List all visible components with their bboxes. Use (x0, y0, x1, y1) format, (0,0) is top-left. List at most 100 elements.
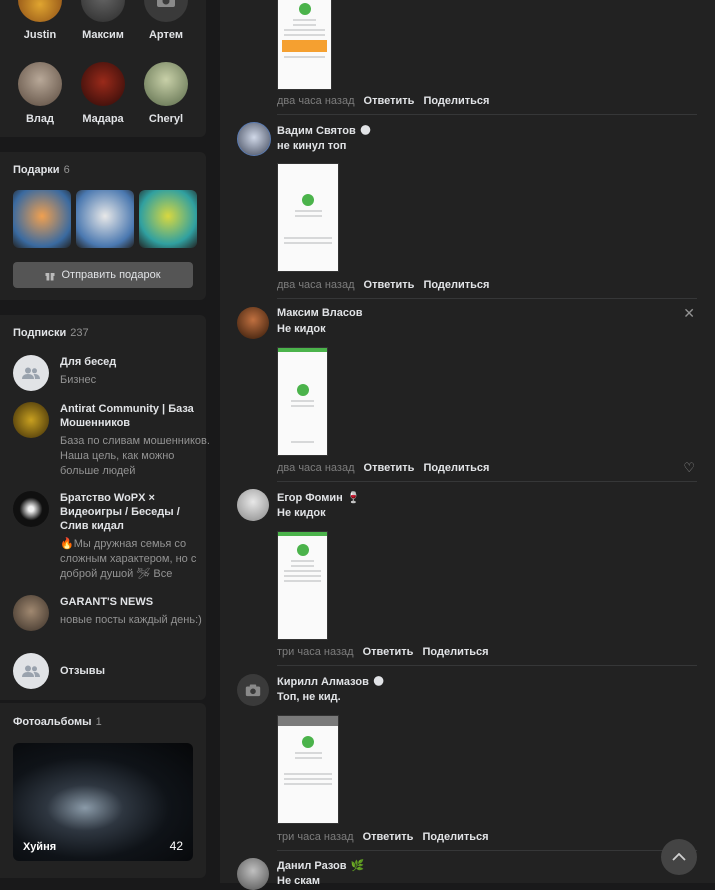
comment-text: Не скам (277, 875, 320, 887)
comments-panel: два часа назад Ответить Поделиться Вадим… (220, 0, 715, 890)
comment-author[interactable]: Егор Фомин 🍷 (277, 491, 360, 504)
subscription-title[interactable]: GARANT'S NEWS (60, 595, 205, 609)
friend-item[interactable]: Артем (136, 0, 196, 41)
friend-item[interactable]: Влад (10, 62, 70, 125)
avatar[interactable] (13, 355, 49, 391)
subscription-item[interactable]: GARANT'S NEWS новые посты каждый день:) (13, 595, 202, 631)
albums-title[interactable]: Фотоальбомы 1 (13, 716, 102, 728)
gift-item[interactable] (139, 190, 197, 248)
avatar[interactable] (144, 0, 188, 22)
comment-text: не кинул топ (277, 140, 347, 152)
comment-attachment-image[interactable] (277, 163, 339, 272)
reply-button[interactable]: Ответить (364, 279, 415, 291)
chevron-up-icon (672, 853, 686, 861)
gifts-title[interactable]: Подарки 6 (13, 164, 70, 176)
comment-text: Топ, не кид. (277, 691, 341, 703)
friend-item[interactable]: Justin (10, 0, 70, 41)
subscription-title[interactable]: Для бесед (60, 355, 205, 369)
comment-attachment-image[interactable] (277, 347, 328, 456)
send-gift-button[interactable]: Отправить подарок (13, 262, 193, 288)
avatar[interactable] (237, 674, 269, 706)
avatar[interactable] (81, 0, 125, 22)
subscriptions-count: 237 (70, 327, 89, 339)
share-button[interactable]: Поделиться (423, 646, 489, 658)
close-icon[interactable]: ✕ (683, 305, 695, 322)
subscription-title[interactable]: Отзывы (60, 664, 205, 678)
comment-text: Не кидок (277, 507, 326, 519)
group-icon (22, 665, 40, 677)
avatar[interactable] (237, 122, 271, 156)
avatar[interactable] (144, 62, 188, 106)
subscriptions-title-label: Подписки (13, 327, 67, 339)
avatar[interactable] (81, 62, 125, 106)
subscription-desc: Бизнес (60, 374, 97, 386)
friend-item[interactable]: Мадара (73, 62, 133, 125)
avatar[interactable] (237, 489, 269, 521)
avatar[interactable] (13, 653, 49, 689)
gift-icon (45, 272, 55, 280)
comment-author-name[interactable]: Максим Власов (277, 307, 363, 319)
share-button[interactable]: Поделиться (423, 279, 489, 291)
comment-author[interactable]: Кирилл Алмазов 🌑 (277, 675, 384, 688)
gift-item[interactable] (76, 190, 134, 248)
reply-button[interactable]: Ответить (363, 831, 414, 843)
subscriptions-title[interactable]: Подписки 237 (13, 327, 89, 339)
avatar[interactable] (13, 595, 49, 631)
divider (277, 665, 697, 666)
comment-attachment-image[interactable] (277, 531, 328, 640)
comment-meta: три часа назад Ответить Поделиться (277, 646, 489, 658)
subscription-item[interactable]: Братство WoPX × Видеоигры / Беседы / Сли… (13, 491, 198, 580)
comment-author-name[interactable]: Вадим Святов (277, 125, 356, 137)
comment-author[interactable]: Данил Разов 🌿 (277, 859, 364, 872)
comment-author-name[interactable]: Данил Разов (277, 860, 347, 872)
comment-author-name[interactable]: Кирилл Алмазов (277, 676, 369, 688)
share-button[interactable]: Поделиться (423, 95, 489, 107)
comment-time[interactable]: три часа назад (277, 831, 354, 843)
heart-icon[interactable]: ♡ (683, 460, 695, 476)
comment-time[interactable]: два часа назад (277, 279, 354, 291)
comment-time[interactable]: два часа назад (277, 95, 354, 107)
friend-item[interactable]: Максим (73, 0, 133, 41)
subscription-title[interactable]: Братство WoPX × Видеоигры / Беседы / Сли… (60, 491, 205, 533)
scroll-to-top-button[interactable] (661, 839, 697, 875)
friend-name[interactable]: Cheryl (136, 113, 196, 125)
friend-name[interactable]: Влад (10, 113, 70, 125)
comment-attachment-image[interactable] (277, 715, 339, 824)
friends-card: Justin Максим Артем Влад Мадара Cheryl (0, 0, 206, 137)
album-thumbnail[interactable]: Хуйня 42 (13, 743, 193, 861)
author-status-emoji: 🌑 (359, 125, 372, 137)
comment-author[interactable]: Максим Власов (277, 307, 363, 319)
comment-meta: три часа назад Ответить Поделиться (277, 831, 489, 843)
comment-meta: два часа назад Ответить Поделиться (277, 95, 489, 107)
avatar[interactable] (18, 62, 62, 106)
comment-time[interactable]: три часа назад (277, 646, 354, 658)
subscription-item[interactable]: Отзывы (13, 653, 198, 689)
friend-name[interactable]: Максим (73, 29, 133, 41)
divider (277, 481, 697, 482)
avatar[interactable] (13, 402, 49, 438)
subscription-item[interactable]: Для бесед Бизнес (13, 355, 198, 391)
albums-count: 1 (95, 716, 102, 728)
reply-button[interactable]: Ответить (363, 646, 414, 658)
comment-attachment-image[interactable] (277, 0, 332, 90)
group-icon (22, 367, 40, 379)
subscription-title[interactable]: Antirat Community | База Мошенников (60, 402, 205, 430)
author-status-emoji: 🌿 (350, 860, 365, 872)
reply-button[interactable]: Ответить (364, 462, 415, 474)
avatar[interactable] (237, 858, 269, 890)
avatar[interactable] (237, 307, 269, 339)
avatar[interactable] (13, 491, 49, 527)
share-button[interactable]: Поделиться (423, 462, 489, 474)
friend-name[interactable]: Justin (10, 29, 70, 41)
share-button[interactable]: Поделиться (423, 831, 489, 843)
avatar[interactable] (18, 0, 62, 22)
subscription-item[interactable]: Antirat Community | База Мошенников База… (13, 402, 210, 477)
comment-time[interactable]: два часа назад (277, 462, 354, 474)
reply-button[interactable]: Ответить (364, 95, 415, 107)
friend-name[interactable]: Артем (136, 29, 196, 41)
gift-item[interactable] (13, 190, 71, 248)
comment-author[interactable]: Вадим Святов 🌑 (277, 124, 371, 137)
friend-name[interactable]: Мадара (73, 113, 133, 125)
comment-author-name[interactable]: Егор Фомин (277, 492, 343, 504)
friend-item[interactable]: Cheryl (136, 62, 196, 125)
